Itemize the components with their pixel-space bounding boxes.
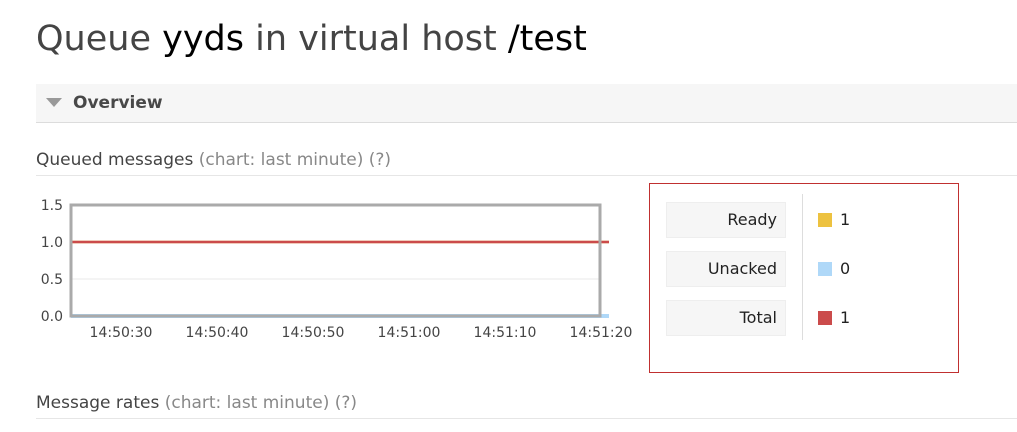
queued-messages-heading: Queued messages (chart: last minute) (?) xyxy=(36,150,391,170)
x-tick-label: 14:51:10 xyxy=(474,325,537,341)
legend-value-ready: 1 xyxy=(840,210,851,229)
triangle-down-icon xyxy=(46,98,62,107)
queued-messages-legend: Ready 1 Unacked 0 Total 1 xyxy=(649,183,959,373)
legend-swatch-unacked xyxy=(818,262,832,276)
overview-section-title: Overview xyxy=(73,93,163,113)
queued-messages-title: Queued messages xyxy=(36,150,194,170)
message-rates-divider xyxy=(36,418,1017,419)
y-tick-label: 1.0 xyxy=(41,235,63,251)
legend-row-total: Total 1 xyxy=(650,300,950,336)
x-tick-label: 14:51:20 xyxy=(570,325,633,341)
y-tick-label: 0.5 xyxy=(41,272,63,288)
legend-swatch-ready xyxy=(818,213,832,227)
message-rates-heading: Message rates (chart: last minute) (?) xyxy=(36,393,357,413)
vhost-name: /test xyxy=(507,19,587,59)
message-rates-chart-note: (chart: last minute) xyxy=(164,393,330,413)
legend-value-unacked: 0 xyxy=(840,259,851,278)
message-rates-title: Message rates xyxy=(36,393,160,413)
x-tick-label: 14:51:00 xyxy=(378,325,441,341)
legend-swatch-total xyxy=(818,311,832,325)
legend-value-total: 1 xyxy=(840,308,851,327)
queued-messages-help[interactable]: (?) xyxy=(369,150,391,170)
queued-messages-divider xyxy=(36,175,1017,176)
legend-row-ready: Ready 1 xyxy=(650,202,950,238)
page-title: Queue yyds in virtual host /test xyxy=(36,14,587,64)
message-rates-help[interactable]: (?) xyxy=(335,393,357,413)
legend-row-unacked: Unacked 0 xyxy=(650,251,950,287)
queue-name: yyds xyxy=(162,19,244,59)
y-tick-label: 1.5 xyxy=(41,198,63,214)
plot-border xyxy=(69,203,602,318)
queued-messages-chart: 0.0 0.5 1.0 1.5 14:50:30 14:50:40 14:50:50 14:5… xyxy=(41,198,633,341)
legend-label-ready: Ready xyxy=(666,202,786,238)
x-tick-label: 14:50:30 xyxy=(90,325,153,341)
overview-section-toggle[interactable]: Overview xyxy=(36,84,1017,123)
legend-label-unacked: Unacked xyxy=(666,251,786,287)
legend-label-total: Total xyxy=(666,300,786,336)
title-middle: in virtual host xyxy=(244,19,508,59)
title-prefix: Queue xyxy=(36,19,163,59)
y-tick-label: 0.0 xyxy=(41,309,63,325)
x-tick-label: 14:50:50 xyxy=(282,325,345,341)
x-tick-label: 14:50:40 xyxy=(186,325,249,341)
queued-messages-chart-note: (chart: last minute) xyxy=(198,150,364,170)
